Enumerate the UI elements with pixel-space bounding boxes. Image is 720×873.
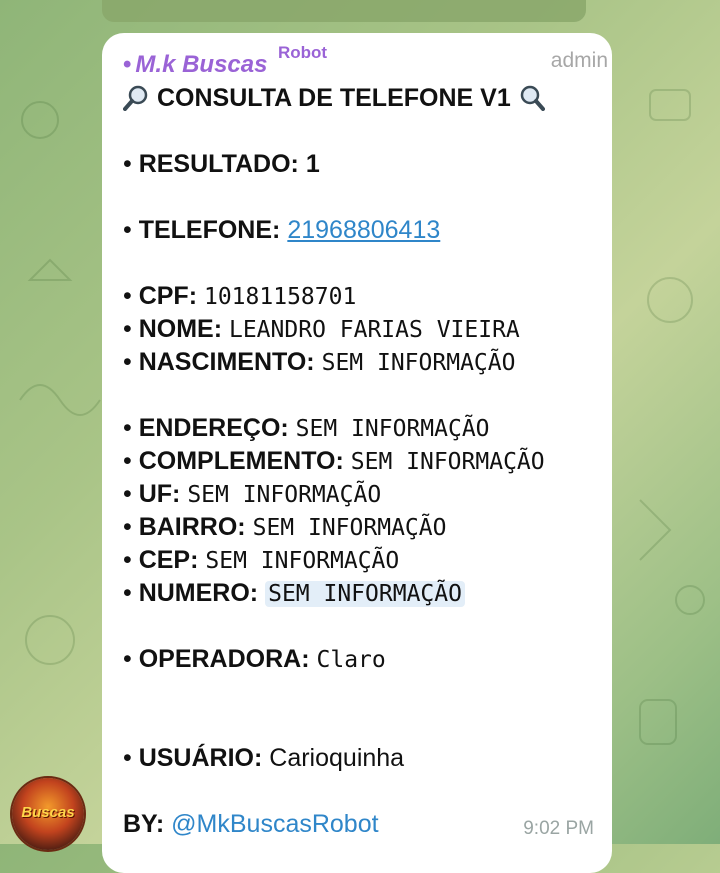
operadora-value[interactable]: Claro: [317, 647, 386, 673]
nascimento-label: NASCIMENTO:: [138, 348, 315, 376]
telefone-line: • TELEFONE: 21968806413: [123, 216, 441, 244]
bot-avatar[interactable]: Buscas: [12, 778, 84, 850]
resultado-label: RESULTADO:: [138, 150, 299, 178]
usuario-label: USUÁRIO:: [138, 744, 263, 772]
nome-label: NOME:: [138, 315, 223, 343]
resultado-line: • RESULTADO: 1: [123, 150, 320, 178]
nascimento-value[interactable]: SEM INFORMAÇÃO: [322, 350, 516, 376]
title-text: CONSULTA DE TELEFONE V1: [157, 83, 511, 112]
telefone-link[interactable]: 21968806413: [287, 216, 440, 244]
sender-name[interactable]: • M.k Buscas: [123, 51, 267, 79]
nome-value[interactable]: LEANDRO FARIAS VIEIRA: [229, 317, 520, 343]
uf-line: • UF: SEM INFORMAÇÃO: [123, 480, 382, 508]
resultado-value: 1: [305, 150, 320, 178]
numero-value[interactable]: SEM INFORMAÇÃO: [265, 581, 465, 607]
message-title: CONSULTA DE TELEFONE V1: [123, 81, 598, 115]
cep-line: • CEP: SEM INFORMAÇÃO: [123, 546, 400, 574]
cep-value[interactable]: SEM INFORMAÇÃO: [205, 548, 399, 574]
numero-label: NUMERO:: [138, 579, 259, 607]
uf-value[interactable]: SEM INFORMAÇÃO: [187, 482, 381, 508]
uf-label: UF:: [138, 480, 181, 508]
magnifier-icon: [519, 85, 545, 111]
cpf-label: CPF:: [138, 282, 198, 310]
by-label: BY:: [123, 810, 165, 838]
bot-username-link[interactable]: @MkBuscasRobot: [171, 810, 378, 838]
usuario-value: Carioquinha: [269, 744, 405, 772]
sender-name-text: M.k Buscas: [135, 51, 268, 78]
previous-message-bubble: [102, 0, 586, 22]
bairro-label: BAIRRO:: [138, 513, 246, 541]
complemento-label: COMPLEMENTO:: [138, 447, 344, 475]
endereco-value[interactable]: SEM INFORMAÇÃO: [296, 416, 490, 442]
message-bubble[interactable]: • M.k Buscas Robot admin CONSULTA DE TELE…: [102, 33, 612, 873]
operadora-label: OPERADORA:: [138, 645, 310, 673]
complemento-line: • COMPLEMENTO: SEM INFORMAÇÃO: [123, 447, 545, 475]
nome-line: • NOME: LEANDRO FARIAS VIEIRA: [123, 315, 520, 343]
usuario-line: • USUÁRIO: Carioquinha: [123, 744, 405, 772]
cpf-line: • CPF: 10181158701: [123, 282, 357, 310]
message-time: 9:02 PM: [523, 818, 594, 839]
message-header: • M.k Buscas Robot admin: [123, 43, 608, 78]
endereco-line: • ENDEREÇO: SEM INFORMAÇÃO: [123, 414, 490, 442]
numero-line: • NUMERO: SEM INFORMAÇÃO: [123, 577, 598, 610]
admin-badge: admin: [550, 49, 608, 72]
avatar-logo: Buscas: [21, 804, 75, 821]
magnifier-icon: [123, 85, 149, 111]
telefone-label: TELEFONE:: [138, 216, 281, 244]
bairro-line: • BAIRRO: SEM INFORMAÇÃO: [123, 513, 447, 541]
nascimento-line: • NASCIMENTO: SEM INFORMAÇÃO: [123, 348, 516, 376]
endereco-label: ENDEREÇO:: [138, 414, 289, 442]
operadora-line: • OPERADORA: Claro: [123, 645, 386, 673]
sender-tag: Robot: [278, 43, 328, 62]
bairro-value[interactable]: SEM INFORMAÇÃO: [253, 515, 447, 541]
cep-label: CEP:: [138, 546, 199, 574]
cpf-value[interactable]: 10181158701: [204, 284, 356, 310]
complemento-value[interactable]: SEM INFORMAÇÃO: [351, 449, 545, 475]
